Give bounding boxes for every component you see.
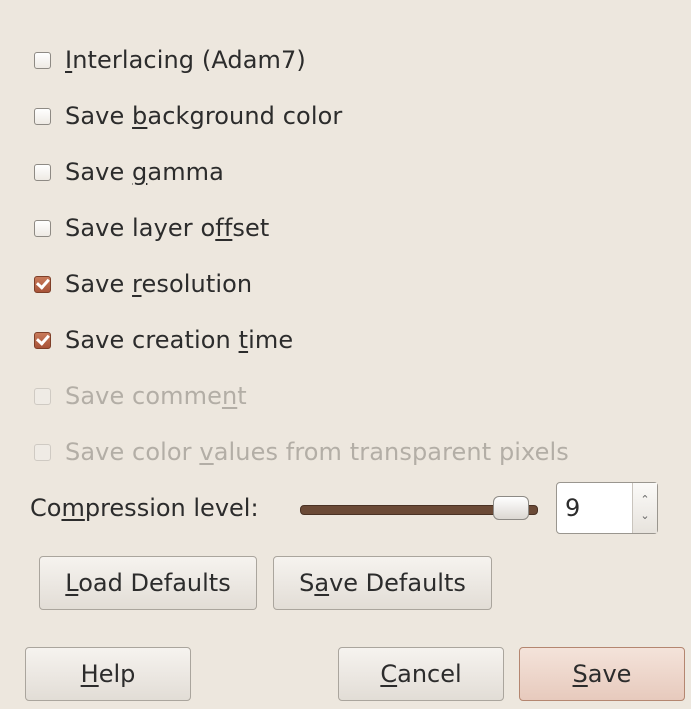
option-save-creation-time[interactable]: Save creation time	[34, 322, 293, 358]
save-comment-label: Save comment	[65, 382, 247, 410]
option-interlacing[interactable]: Interlacing (Adam7)	[34, 42, 306, 78]
chevron-down-icon[interactable]: ⌄	[640, 508, 649, 524]
spin-arrows[interactable]: ⌃ ⌄	[632, 483, 657, 533]
compression-value[interactable]: 9	[557, 483, 632, 533]
save-creation-time-label: Save creation time	[65, 326, 294, 354]
option-save-color-values: Save color values from transparent pixel…	[34, 434, 569, 470]
option-save-resolution[interactable]: Save resolution	[34, 266, 252, 302]
option-save-layer-offset[interactable]: Save layer offset	[34, 210, 269, 246]
save-layer-offset-label: Save layer offset	[65, 214, 270, 242]
load-defaults-button[interactable]: Load Defaults	[39, 556, 257, 610]
option-save-gamma[interactable]: Save gamma	[34, 154, 224, 190]
cancel-button[interactable]: Cancel	[338, 647, 504, 701]
compression-spinbutton[interactable]: 9 ⌃ ⌄	[556, 482, 658, 534]
save-color-values-checkbox	[34, 443, 51, 461]
chevron-up-icon[interactable]: ⌃	[640, 492, 649, 508]
save-defaults-label: Save Defaults	[299, 569, 466, 597]
load-defaults-label: Load Defaults	[65, 569, 231, 597]
save-gamma-checkbox[interactable]	[34, 163, 51, 181]
save-comment-checkbox	[34, 387, 51, 405]
save-creation-time-checkbox[interactable]	[34, 331, 51, 349]
option-save-background-color[interactable]: Save background color	[34, 98, 342, 134]
save-background-color-checkbox[interactable]	[34, 107, 51, 125]
help-label: Help	[80, 660, 136, 688]
save-layer-offset-checkbox[interactable]	[34, 219, 51, 237]
save-button[interactable]: Save	[519, 647, 685, 701]
help-button[interactable]: Help	[25, 647, 191, 701]
save-color-values-label: Save color values from transparent pixel…	[65, 438, 569, 466]
save-gamma-label: Save gamma	[65, 158, 224, 186]
cancel-label: Cancel	[380, 660, 462, 688]
save-label: Save	[572, 660, 632, 688]
interlacing-checkbox[interactable]	[34, 51, 51, 69]
interlacing-label: Interlacing (Adam7)	[65, 46, 306, 74]
compression-slider-handle[interactable]	[493, 496, 529, 520]
compression-level-label: Co m pression level:	[30, 494, 259, 522]
save-resolution-checkbox[interactable]	[34, 275, 51, 293]
save-defaults-button[interactable]: Save Defaults	[273, 556, 492, 610]
option-save-comment: Save comment	[34, 378, 247, 414]
save-background-color-label: Save background color	[65, 102, 343, 130]
save-resolution-label: Save resolution	[65, 270, 253, 298]
